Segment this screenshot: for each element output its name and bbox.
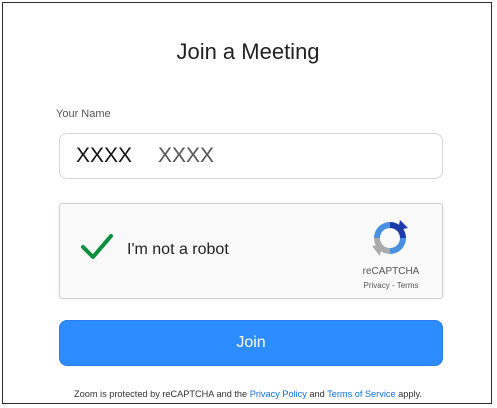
join-button[interactable]: Join bbox=[59, 320, 443, 366]
name-value-last: XXXX bbox=[158, 144, 215, 167]
your-name-input[interactable]: XXXX XXXX bbox=[59, 133, 443, 179]
check-icon[interactable] bbox=[80, 233, 114, 261]
your-name-label: Your Name bbox=[56, 108, 111, 120]
recaptcha-logo-icon bbox=[372, 220, 408, 256]
footer-text-after: apply. bbox=[395, 389, 422, 399]
page-title: Join a Meeting bbox=[176, 39, 320, 64]
join-meeting-dialog: Join a Meeting Your Name XXXX XXXX I'm n… bbox=[2, 2, 492, 404]
terms-of-service-link[interactable]: Terms of Service bbox=[327, 389, 395, 399]
footer-notice: Zoom is protected by reCAPTCHA and the P… bbox=[3, 389, 493, 399]
captcha-label: I'm not a robot bbox=[127, 241, 229, 258]
recaptcha-privacy-terms[interactable]: Privacy - Terms bbox=[346, 281, 436, 290]
recaptcha-brand-text: reCAPTCHA bbox=[362, 266, 420, 277]
footer-text-middle: and bbox=[306, 389, 328, 399]
name-value-first: XXXX bbox=[76, 144, 133, 167]
recaptcha-widget[interactable]: I'm not a robot reCAPTCHA Privacy - Term… bbox=[59, 203, 443, 299]
footer-text-before: Zoom is protected by reCAPTCHA and the bbox=[74, 389, 250, 399]
privacy-policy-link[interactable]: Privacy Policy bbox=[250, 389, 307, 399]
